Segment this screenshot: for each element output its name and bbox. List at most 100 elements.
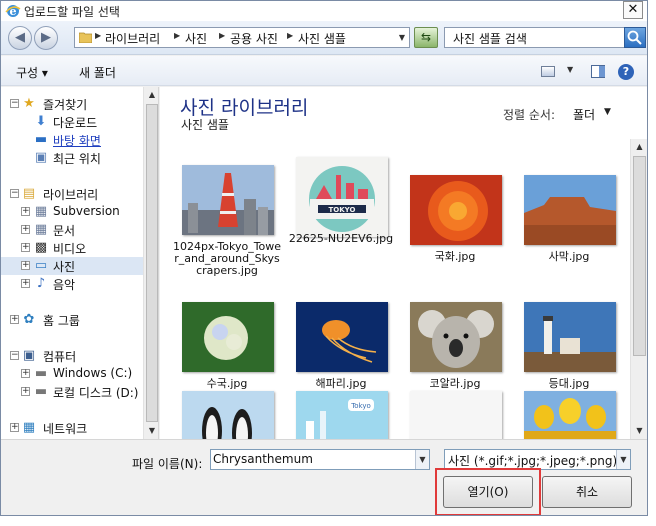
forward-button[interactable]: ▶ [34,26,58,50]
tree-item-downloads[interactable]: ⬇ 다운로드 [1,113,143,131]
title-bar: e 업로드할 파일 선택 ✕ [1,1,647,21]
nav-scrollbar[interactable]: ▲ ▼ [143,87,158,439]
tree-item-subversion[interactable]: + ▦ Subversion [1,203,143,221]
tree-item-pictures[interactable]: + ▭ 사진 [1,257,143,275]
tree-item-drive-c[interactable]: + ▬ Windows (C:) [1,365,143,383]
new-folder-button[interactable]: 새 폴더 [79,64,116,81]
network-icon: ▦ [22,420,36,435]
lighthouse-thumbnail [524,302,616,372]
tree-libraries[interactable]: − ▤ 라이브러리 [1,185,143,203]
expand-icon[interactable]: + [21,279,30,288]
scroll-up-icon[interactable]: ▲ [144,87,158,103]
file-tile-blank[interactable] [400,391,510,439]
tree-item-desktop[interactable]: ▬ 바탕 화면 [1,131,143,149]
tree-label: 최근 위치 [53,152,101,166]
arrange-by-dropdown[interactable]: 폴더 [573,106,595,123]
breadcrumb-separator-icon[interactable]: ▶ [174,31,180,40]
tree-homegroup[interactable]: + ✿ 홈 그룹 [1,311,143,329]
address-dropdown-icon[interactable]: ▼ [399,33,405,42]
filename-dropdown-icon[interactable]: ▼ [415,450,429,469]
computer-icon: ▣ [22,348,36,363]
breadcrumb-public-pictures[interactable]: 공용 사진 [230,30,278,47]
tokyo-tower-thumbnail [182,165,274,235]
file-list-pane: 사진 라이브러리 사진 샘플 정렬 순서: 폴더 ▼ 1024px-Tokyo_… [160,87,647,439]
scroll-thumb[interactable] [146,104,158,422]
command-toolbar: 구성 ▾ 새 폴더 ▼ ? [1,56,647,86]
organize-button[interactable]: 구성 ▾ [16,64,48,81]
arrange-dropdown-icon[interactable]: ▼ [604,107,611,117]
expand-icon[interactable]: + [10,423,19,432]
breadcrumb-separator-icon[interactable]: ▶ [287,31,293,40]
scroll-up-icon[interactable]: ▲ [631,139,647,155]
file-tile-desert[interactable]: 사막.jpg [514,175,624,305]
expand-icon[interactable]: + [21,207,30,216]
view-options-icon[interactable] [541,66,555,77]
file-name: 1024px-Tokyo_Tower_and_around_Skyscraper… [172,240,282,277]
drive-icon: ▬ [34,366,48,381]
search-button[interactable] [624,27,646,48]
file-open-dialog: e 업로드할 파일 선택 ✕ ◀ ▶ ▶ 라이브러리 ▶ 사진 ▶ 공용 사진 … [0,0,648,516]
tokyo-poster-thumbnail: TOKYO [296,157,388,237]
filename-label: 파일 이름(N): [132,457,203,471]
file-tile-penguins[interactable] [172,391,282,439]
expand-icon[interactable]: + [21,243,30,252]
expand-icon[interactable]: + [21,387,30,396]
filetype-dropdown-icon[interactable]: ▼ [616,450,630,469]
penguins-thumbnail [182,391,274,439]
file-name: 사막.jpg [548,250,590,263]
breadcrumb-libraries[interactable]: 라이브러리 [105,30,160,47]
expand-icon[interactable]: + [21,369,30,378]
breadcrumb-sample-pictures[interactable]: 사진 샘플 [298,30,346,47]
tree-item-videos[interactable]: + ▩ 비디오 [1,239,143,257]
tree-label: 비디오 [53,242,87,256]
breadcrumb-separator-icon[interactable]: ▶ [219,31,225,40]
dialog-footer: 파일 이름(N): Chrysanthemum ▼ 사진 (*.gif;*.jp… [1,439,647,515]
scroll-down-icon[interactable]: ▼ [631,423,647,439]
address-bar[interactable]: ▶ 라이브러리 ▶ 사진 ▶ 공용 사진 ▶ 사진 샘플 ▼ [74,27,410,48]
file-tile-tulips[interactable] [514,391,624,439]
tree-network[interactable]: + ▦ 네트워크 [1,419,143,437]
file-name: 국화.jpg [434,250,476,263]
tree-item-recent-places[interactable]: ▣ 최근 위치 [1,149,143,167]
tree-item-music[interactable]: + ♪ 음악 [1,275,143,293]
close-button[interactable]: ✕ [623,1,643,19]
chrysanthemum-thumbnail [410,175,502,245]
arrange-by-label: 정렬 순서: [503,108,556,122]
music-icon: ♪ [36,276,46,291]
content-scrollbar[interactable]: ▲ ▼ [630,139,647,439]
file-tile-chrysanthemum[interactable]: 국화.jpg [400,175,510,305]
collapse-icon[interactable]: − [10,189,19,198]
file-tile-tokyo-illustration[interactable]: Tokyo [286,391,396,439]
filename-input[interactable]: Chrysanthemum ▼ [210,449,430,470]
tree-computer[interactable]: − ▣ 컴퓨터 [1,347,143,365]
help-icon[interactable]: ? [618,64,634,80]
back-button[interactable]: ◀ [8,26,32,50]
refresh-button[interactable]: ⇆ [414,27,438,48]
folder-icon [79,32,92,43]
navigation-pane: − ★ 즐겨찾기 ⬇ 다운로드 ▬ 바탕 화면 ▣ 최근 위치 − ▤ 라이브러… [1,87,159,439]
scroll-thumb[interactable] [633,156,646,356]
scroll-down-icon[interactable]: ▼ [144,423,158,439]
cancel-button[interactable]: 취소 [542,476,632,508]
file-tile-tokyo-poster[interactable]: TOKYO 22625-NU2EV6.jpg [286,157,396,287]
tree-label: 로컬 디스크 (D:) [53,386,139,400]
search-input[interactable]: 사진 샘플 검색 [444,27,646,48]
tree-label: 사진 [53,260,76,274]
svg-text:Tokyo: Tokyo [350,402,371,410]
expand-icon[interactable]: + [21,225,30,234]
desert-thumbnail [524,175,616,245]
file-tile-tokyo-tower[interactable]: 1024px-Tokyo_Tower_and_around_Skyscraper… [172,165,282,295]
expand-icon[interactable]: + [10,315,19,324]
collapse-icon[interactable]: − [10,351,19,360]
tree-favorites[interactable]: − ★ 즐겨찾기 [1,95,143,113]
view-dropdown-icon[interactable]: ▼ [567,65,573,74]
collapse-icon[interactable]: − [10,99,19,108]
tree-item-drive-d[interactable]: + ▬ 로컬 디스크 (D:) [1,383,143,401]
filetype-select[interactable]: 사진 (*.gif;*.jpg;*.jpeg;*.png) ▼ [444,449,631,470]
expand-icon[interactable]: + [21,261,30,270]
tree-item-documents[interactable]: + ▦ 문서 [1,221,143,239]
breadcrumb-pictures[interactable]: 사진 [185,30,207,47]
preview-pane-icon[interactable] [591,65,605,78]
homegroup-icon: ✿ [23,312,35,327]
breadcrumb-separator-icon[interactable]: ▶ [95,31,101,40]
